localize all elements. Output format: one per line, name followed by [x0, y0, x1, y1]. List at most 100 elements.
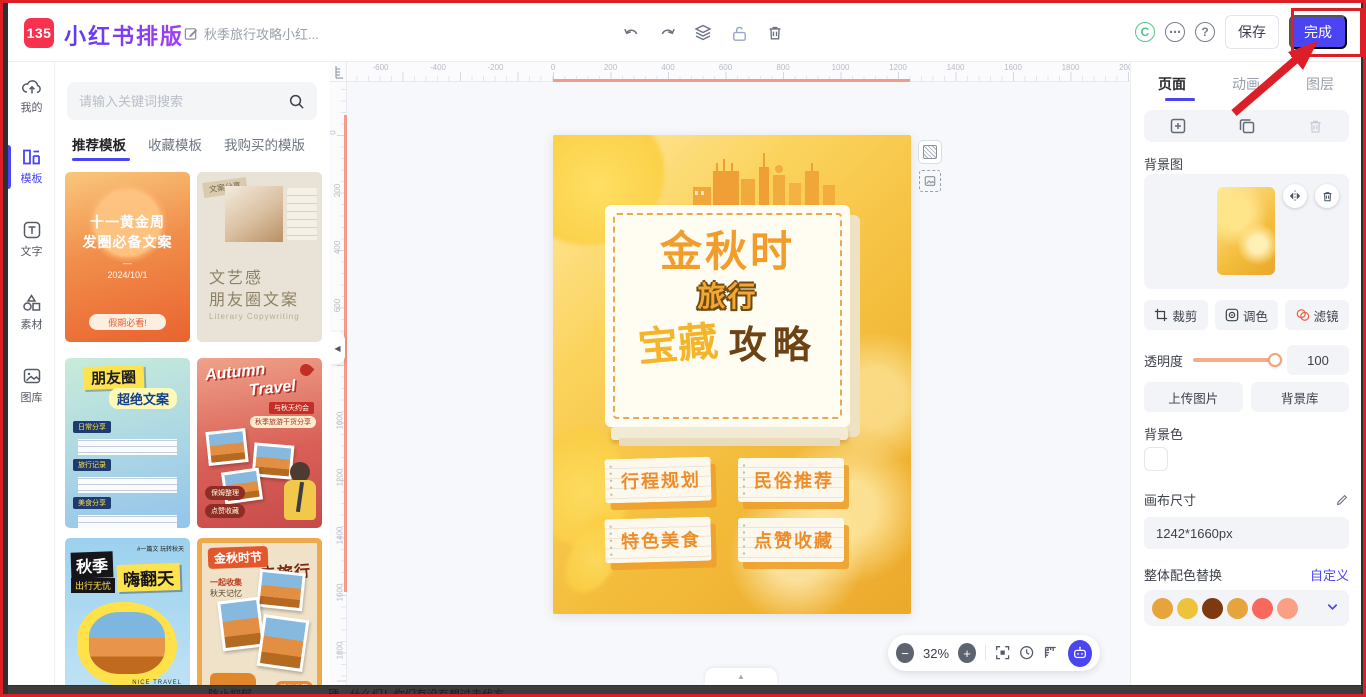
template-thumbnail[interactable]: #一篇文 玩转秋天 秋季 出行无忧 嗨翻天 NICE TRAVEL 点赞收藏 旅…: [65, 538, 190, 685]
zoom-out-button[interactable]: −: [896, 643, 914, 663]
palette-color[interactable]: [1277, 598, 1298, 619]
palette-color[interactable]: [1252, 598, 1273, 619]
copyright-icon[interactable]: C: [1135, 22, 1155, 42]
ruler-label: 1600: [1004, 63, 1022, 72]
template-text: 2024/10/1: [65, 270, 190, 280]
duplicate-page-icon[interactable]: [1238, 117, 1256, 135]
opacity-value: 100: [1287, 345, 1349, 375]
filter-button[interactable]: 滤镜: [1285, 300, 1349, 330]
filter-label: 滤镜: [1314, 306, 1339, 325]
template-thumbnail[interactable]: 十一黄金周 发圈必备文案 — 2024/10/1 假期必看!: [65, 172, 190, 342]
poster-artboard[interactable]: 金秋时 旅行 宝藏 攻略 行程规划 民俗推荐 特色美食 点赞收藏: [553, 135, 911, 614]
palette-color[interactable]: [1152, 598, 1173, 619]
template-thumbnail[interactable]: 文案分享 文艺感 朋友圈文案 Literary Copywriting: [197, 172, 322, 342]
background-pattern-button[interactable]: [918, 140, 942, 164]
history-icon[interactable]: [1019, 645, 1034, 662]
sidebar-item-templates[interactable]: 模板: [8, 147, 55, 199]
tab-favorites[interactable]: 收藏模板: [148, 134, 202, 154]
tab-page[interactable]: 页面: [1158, 74, 1186, 94]
ruler-label: 1800: [335, 641, 344, 659]
tab-recommended[interactable]: 推荐模板: [72, 134, 126, 154]
search-input[interactable]: [79, 94, 288, 109]
sidebar-item-mine[interactable]: 我的: [8, 78, 55, 130]
palette-swatches[interactable]: [1144, 590, 1349, 626]
delete-icon[interactable]: [764, 22, 786, 44]
maple-leaf-icon: [298, 362, 315, 379]
ai-assistant-button[interactable]: [1068, 640, 1092, 667]
cloud-upload-icon: [21, 78, 43, 96]
save-button[interactable]: 保存: [1225, 15, 1279, 49]
decor: [89, 612, 165, 674]
redo-icon[interactable]: [656, 22, 678, 44]
document-name-group[interactable]: 秋季旅行攻略小红...: [184, 24, 319, 43]
help-icon[interactable]: ?: [1195, 22, 1215, 42]
flip-horizontal-icon[interactable]: [1283, 184, 1307, 208]
upload-image-button[interactable]: 上传图片: [1144, 382, 1243, 412]
remove-bg-icon[interactable]: [1315, 184, 1339, 208]
edit-size-icon[interactable]: [1335, 493, 1349, 507]
opacity-slider[interactable]: [1193, 358, 1275, 362]
canvas-size-input[interactable]: [1144, 517, 1349, 549]
ruler-toggle-icon[interactable]: [1043, 645, 1058, 662]
bg-color-swatch[interactable]: [1144, 447, 1168, 471]
decor: [257, 614, 310, 672]
poster-title-card[interactable]: 金秋时 旅行 宝藏 攻略: [605, 205, 850, 427]
search-box: [67, 82, 317, 120]
done-button[interactable]: 完成: [1289, 15, 1347, 49]
ruler-label: 1400: [947, 63, 965, 72]
add-page-icon[interactable]: [1169, 117, 1187, 135]
palette-color[interactable]: [1202, 598, 1223, 619]
expand-bottom-panel-handle[interactable]: ▲: [705, 668, 777, 685]
layers-icon[interactable]: [692, 22, 714, 44]
chevron-down-icon[interactable]: [1326, 600, 1339, 613]
delete-page-icon[interactable]: [1307, 118, 1324, 135]
sidebar-item-gallery[interactable]: 图库: [8, 366, 55, 418]
h-ruler-highlight: [553, 79, 910, 82]
template-text: 朋友圈: [83, 365, 145, 390]
fit-screen-icon[interactable]: [995, 645, 1010, 662]
ruler-label: 0: [330, 130, 338, 134]
feedback-icon[interactable]: ⋯: [1165, 22, 1185, 42]
ruler-label: 1000: [832, 63, 850, 72]
bg-library-button[interactable]: 背景库: [1251, 382, 1350, 412]
sidebar-item-assets[interactable]: 素材: [8, 293, 55, 345]
inspector-panel: 页面 动画 图层 背景图 裁剪 调色 滤镜 透明度: [1130, 62, 1361, 685]
poster-label-text: 点赞收藏: [754, 527, 834, 553]
template-thumbnail[interactable]: 朋友圈 超绝文案 日常分享 旅行记录 美食分享: [65, 358, 190, 528]
template-text: 超绝文案: [109, 388, 177, 409]
collapse-panel-handle[interactable]: ◀: [330, 332, 345, 364]
poster-label-strip[interactable]: 特色美食: [604, 517, 711, 564]
poster-label-strip[interactable]: 点赞收藏: [738, 518, 844, 562]
tab-animation[interactable]: 动画: [1232, 74, 1260, 94]
app-logo[interactable]: 135: [24, 18, 54, 48]
ruler-corner-icon[interactable]: [330, 62, 347, 82]
bg-image-thumbnail[interactable]: [1217, 187, 1275, 275]
zoom-in-button[interactable]: +: [958, 643, 976, 663]
decor: [256, 569, 306, 612]
tune-label: 调色: [1243, 306, 1268, 325]
tab-layers[interactable]: 图层: [1306, 74, 1334, 94]
sidebar-item-text[interactable]: 文字: [8, 220, 55, 272]
undo-icon[interactable]: [620, 22, 642, 44]
poster-label-strip[interactable]: 民俗推荐: [738, 458, 844, 502]
template-text: 嗨翻天: [117, 563, 181, 592]
template-panel: 推荐模板 收藏模板 我购买的模版 十一黄金周 发圈必备文案 — 2024/10/…: [55, 62, 330, 685]
bg-image-label: 背景图: [1144, 154, 1183, 173]
search-icon[interactable]: [288, 93, 305, 110]
unlock-icon[interactable]: [728, 22, 750, 44]
custom-palette-link[interactable]: 自定义: [1310, 565, 1349, 584]
palette-color[interactable]: [1227, 598, 1248, 619]
topbar-right: C ⋯ ? 保存 完成: [1135, 15, 1347, 49]
palette-row: 整体配色替换 自定义: [1144, 565, 1349, 584]
tune-button[interactable]: 调色: [1215, 300, 1279, 330]
crop-button[interactable]: 裁剪: [1144, 300, 1208, 330]
opacity-slider-knob[interactable]: [1268, 353, 1282, 367]
poster-label-strip[interactable]: 行程规划: [604, 457, 711, 504]
palette-label: 整体配色替换: [1144, 565, 1222, 584]
tab-purchased[interactable]: 我购买的模版: [224, 134, 305, 154]
template-thumbnail[interactable]: Autumn Travel 与秋天约会 秋季旅游干货分享 保姆整理 点赞收藏: [197, 358, 322, 528]
background-image-button[interactable]: [919, 170, 941, 192]
decor: [225, 186, 283, 242]
palette-color[interactable]: [1177, 598, 1198, 619]
template-thumbnail[interactable]: 金秋时节 去旅行 一起收集 秋天记忆 建议收藏: [197, 538, 322, 685]
